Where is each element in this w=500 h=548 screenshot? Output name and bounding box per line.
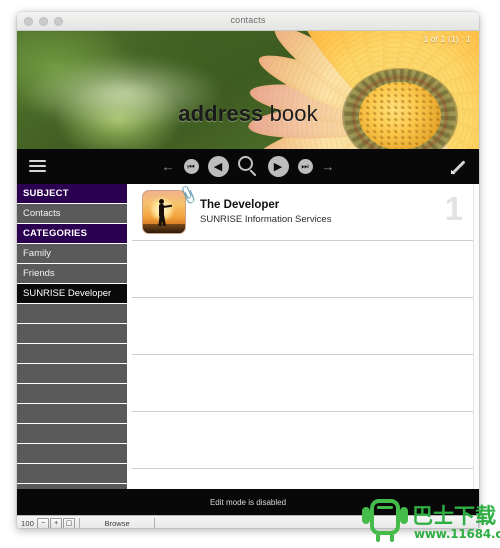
window-title: contacts [230,15,266,25]
navigation-toolbar: ← ⏮ ◀ ▶ ⏭ → [17,149,479,184]
window-titlebar: contacts [17,12,479,31]
sidebar-label: Contacts [23,208,61,219]
layout-toggle-button[interactable]: ▢ [63,517,76,528]
page-title-bold: address [178,101,264,126]
previous-record-button[interactable]: ◀ [207,156,229,177]
back-arrow-icon[interactable]: ← [162,160,175,173]
sidebar-item-friends[interactable]: Friends [17,264,127,284]
record-list: 📎 The Developer SUNRISE Information Serv… [132,184,479,489]
sidebar-empty-row[interactable] [17,484,127,489]
empty-record-row[interactable] [132,241,479,298]
sidebar-empty-row[interactable] [17,464,127,484]
edit-mode-bar: Edit mode is disabled [17,489,479,515]
sidebar-label: Friends [23,268,55,279]
record-company: SUNRISE Information Services [200,214,332,225]
zoom-level: 100 [21,518,35,528]
content-area: SUBJECT Contacts CATEGORIES Family Frien… [17,184,479,489]
sidebar-empty-row[interactable] [17,404,127,424]
sidebar-empty-row[interactable] [17,444,127,464]
sidebar-empty-row[interactable] [17,364,127,384]
status-bar-filler [155,517,479,528]
sidebar-empty-row[interactable] [17,324,127,344]
record-name: The Developer [200,199,280,211]
application-window: contacts 1 of 1 (1): 1 address book ← ⏮… [17,12,479,528]
last-record-button[interactable]: ⏭ [297,159,313,174]
search-icon[interactable] [237,156,259,177]
watermark-url: www.11684.com [414,527,500,541]
sidebar-header-categories: CATEGORIES [17,224,127,244]
edit-button[interactable] [446,149,466,184]
page-title-light: book [263,101,318,126]
forward-arrow-icon[interactable]: → [322,160,335,173]
sidebar-item-family[interactable]: Family [17,244,127,264]
pencil-icon[interactable] [446,159,466,178]
sidebar-label: SUBJECT [23,188,69,199]
sidebar-empty-row[interactable] [17,304,127,324]
mode-selector[interactable]: Browse [79,517,156,528]
vertical-scrollbar[interactable] [473,184,479,489]
table-row[interactable]: 📎 The Developer SUNRISE Information Serv… [132,184,479,241]
first-record-button[interactable]: ⏮ [183,159,199,174]
zoom-in-button[interactable]: + [50,517,63,528]
flower-image [230,31,479,149]
sidebar-item-contacts[interactable]: Contacts [17,204,127,224]
sidebar-label: Family [23,248,51,259]
page-title: address book [17,101,479,127]
record-index: 1 [444,190,463,227]
record-text: The Developer SUNRISE Information Servic… [200,199,331,225]
record-navigation: ← ⏮ ◀ ▶ ⏭ → [17,149,479,184]
sidebar-label: CATEGORIES [23,228,88,239]
sidebar-item-sunrise-developer[interactable]: SUNRISE Developer [17,284,127,304]
edit-mode-message: Edit mode is disabled [209,497,287,507]
sidebar: SUBJECT Contacts CATEGORIES Family Frien… [17,184,127,489]
empty-record-row[interactable] [132,355,479,412]
zoom-out-button[interactable]: − [37,517,50,528]
status-bar: 100 − + ▢ Browse [17,515,479,528]
empty-record-row[interactable] [132,412,479,469]
sidebar-label: SUNRISE Developer [23,288,112,299]
record-counter: 1 of 1 (1) : 1 [423,35,471,44]
sidebar-empty-row[interactable] [17,344,127,364]
sidebar-empty-row[interactable] [17,384,127,404]
sidebar-header-subject: SUBJECT [17,184,127,204]
sidebar-empty-row[interactable] [17,424,127,444]
header-banner: 1 of 1 (1) : 1 address book [17,31,479,149]
next-record-button[interactable]: ▶ [267,156,289,177]
empty-record-row[interactable] [132,298,479,355]
